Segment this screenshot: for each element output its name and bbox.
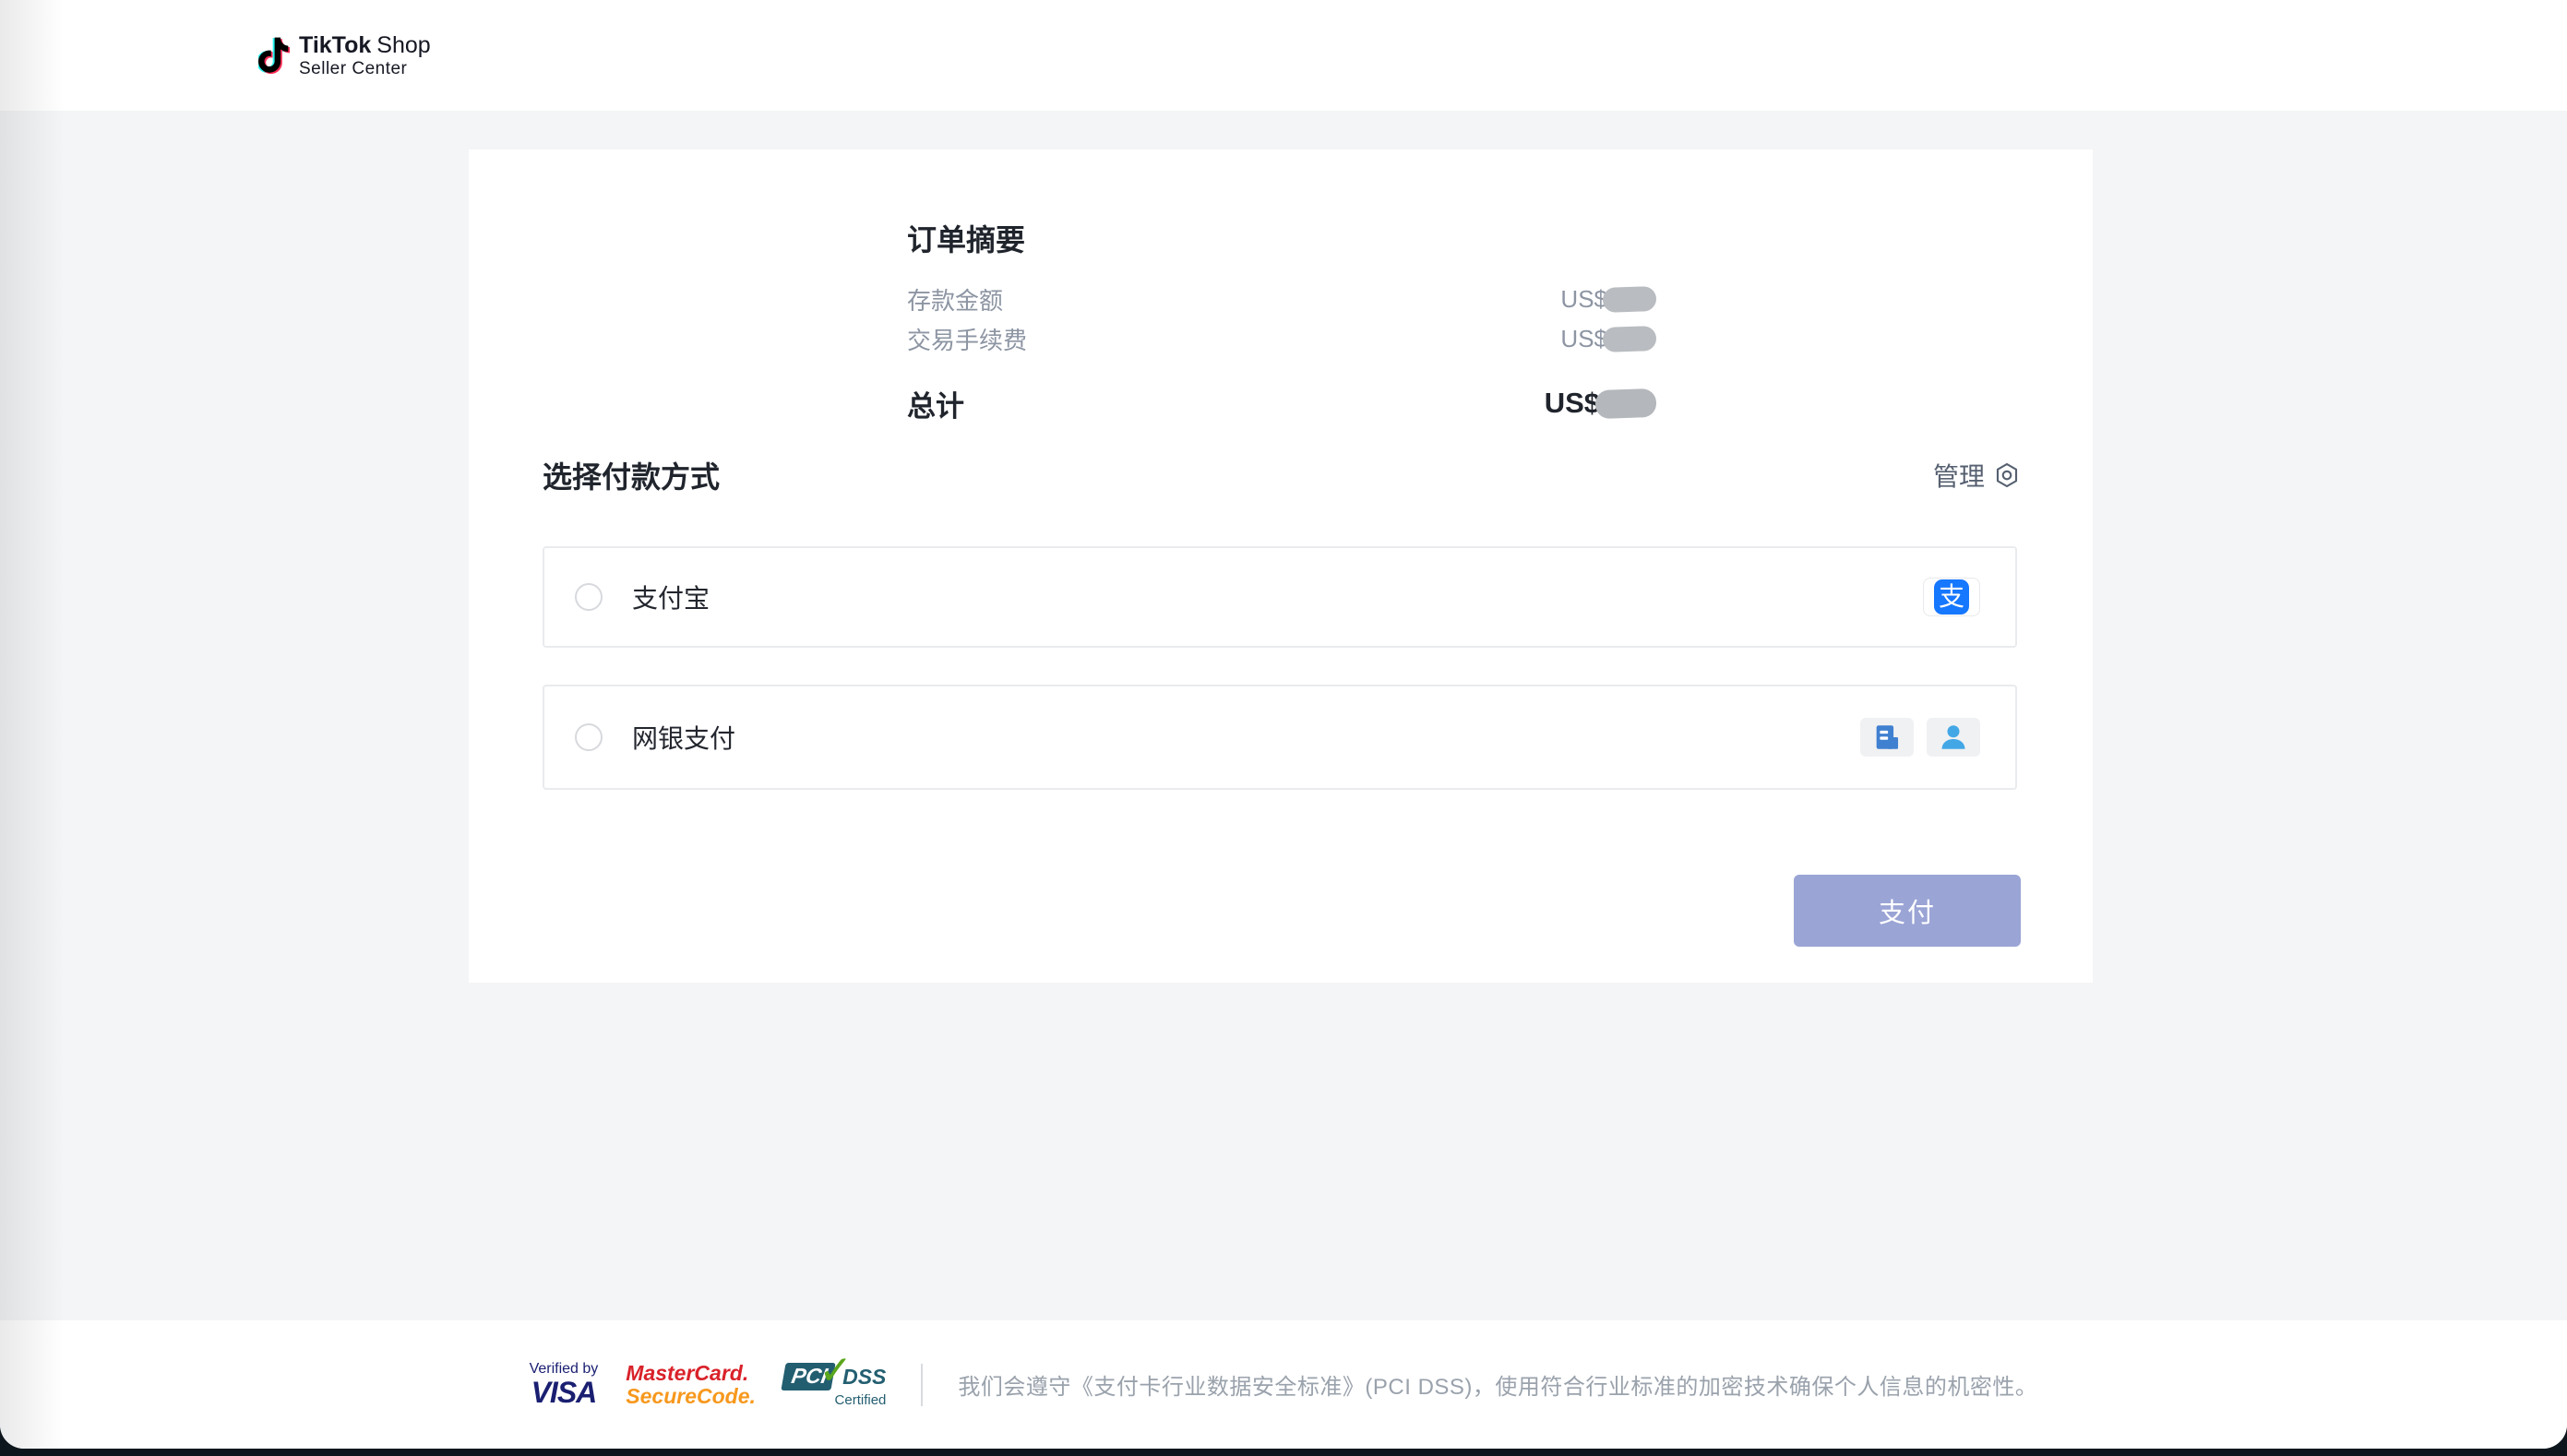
transaction-fee-label: 交易手续费: [907, 322, 1027, 356]
transaction-fee-value: US$: [1560, 325, 1656, 353]
corporate-bank-icon: [1860, 718, 1914, 757]
logo-product: Shop: [376, 32, 430, 58]
page-footer: Verified by VISA MasterCard. SecureCode.…: [0, 1320, 2567, 1449]
pci-dss-certified-logo: PCI ✓ DSS Certified: [783, 1362, 887, 1407]
netbank-label: 网银支付: [632, 719, 735, 756]
payment-page: TikTokShop Seller Center 订单摘要 存款金额 US$ 交…: [0, 0, 2567, 1449]
redacted-amount-blob: [1603, 286, 1657, 313]
payment-option-alipay[interactable]: 支付宝 支: [543, 546, 2017, 648]
manage-label: 管理: [1933, 457, 1985, 494]
currency-prefix: US$: [1545, 387, 1600, 420]
logo-subtitle: Seller Center: [299, 60, 431, 78]
total-value: US$: [1545, 387, 1656, 420]
deposit-amount-value: US$: [1560, 285, 1656, 314]
mastercard-securecode-logo: MasterCard. SecureCode.: [626, 1362, 756, 1408]
deposit-amount-label: 存款金额: [907, 282, 1003, 316]
redacted-amount-blob: [1594, 388, 1656, 418]
alipay-icon: 支: [1923, 578, 1980, 616]
personal-bank-icon: [1927, 718, 1980, 757]
order-summary-title: 订单摘要: [907, 217, 1656, 259]
payment-section-header: 选择付款方式 管理: [543, 454, 2021, 496]
payment-option-netbank[interactable]: 网银支付: [543, 685, 2017, 790]
total-label: 总计: [907, 383, 964, 424]
choose-payment-title: 选择付款方式: [543, 454, 720, 496]
check-icon: ✓: [818, 1351, 853, 1391]
checkout-card: 订单摘要 存款金额 US$ 交易手续费 US$ 总计 US$: [469, 149, 2093, 983]
compliance-text: 我们会遵守《支付卡行业数据安全标准》(PCI DSS)，使用符合行业标准的加密技…: [958, 1368, 2037, 1401]
currency-prefix: US$: [1560, 325, 1607, 353]
radio-netbank[interactable]: [575, 723, 603, 751]
summary-row-deposit: 存款金额 US$: [907, 280, 1656, 319]
pay-button[interactable]: 支付: [1794, 875, 2021, 947]
order-summary: 订单摘要 存款金额 US$ 交易手续费 US$ 总计 US$: [907, 217, 1656, 425]
tiktok-shop-logo[interactable]: TikTokShop Seller Center: [258, 0, 431, 111]
footer-divider: [921, 1364, 923, 1406]
app-header: TikTokShop Seller Center: [0, 0, 2567, 111]
tiktok-note-icon: [258, 37, 290, 74]
logo-brand: TikTok: [299, 32, 371, 58]
radio-alipay[interactable]: [575, 583, 603, 611]
redacted-amount-blob: [1603, 326, 1657, 352]
manage-link[interactable]: 管理: [1933, 457, 2021, 494]
gear-icon: [1993, 461, 2021, 489]
logo-text: TikTokShop Seller Center: [299, 34, 431, 78]
currency-prefix: US$: [1560, 285, 1607, 314]
verified-by-visa-logo: Verified by VISA: [530, 1362, 599, 1407]
summary-row-fee: 交易手续费 US$: [907, 319, 1656, 359]
summary-row-total: 总计 US$: [907, 381, 1656, 425]
alipay-label: 支付宝: [632, 579, 710, 615]
